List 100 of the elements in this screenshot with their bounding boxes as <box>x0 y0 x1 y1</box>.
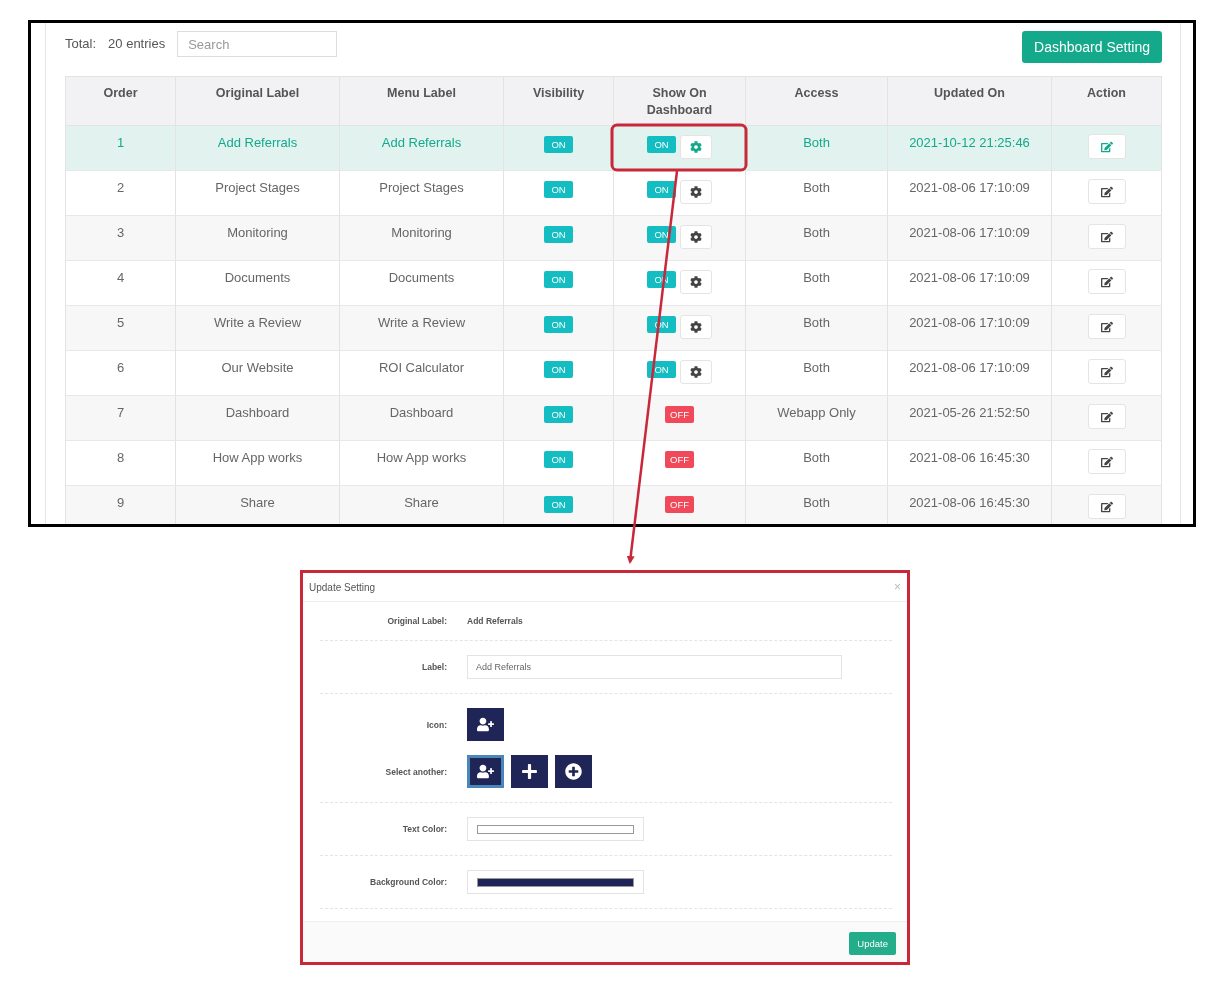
field-label: Select another: <box>384 766 447 777</box>
total-label: Total: <box>65 36 97 51</box>
table-cell: Documents <box>388 270 455 286</box>
edit-button[interactable] <box>1087 269 1126 294</box>
visibility-toggle[interactable]: ON <box>544 316 573 333</box>
settings-button[interactable] <box>680 225 712 249</box>
table-cell: Share <box>404 495 439 511</box>
edit-icon <box>1100 320 1113 333</box>
settings-icon <box>690 366 702 378</box>
settings-button[interactable] <box>680 315 712 339</box>
table-cell: Both <box>803 225 830 241</box>
table-cell: How App works <box>376 450 467 466</box>
table-cell: How App works <box>212 450 303 466</box>
table-cell: 2021-08-06 17:10:09 <box>909 270 1030 286</box>
table-cell: Monitoring <box>391 225 452 241</box>
table-cell: Both <box>803 495 830 511</box>
edit-button[interactable] <box>1087 404 1126 429</box>
field-label: Background Color: <box>369 877 447 887</box>
order-number: 8 <box>116 450 125 466</box>
dashboard-toggle[interactable]: OFF <box>665 451 694 468</box>
field-label: Icon: <box>425 719 447 730</box>
order-number: 6 <box>116 360 125 376</box>
settings-button[interactable] <box>680 270 712 294</box>
table-cell: ROI Calculator <box>378 360 465 376</box>
table-cell: Both <box>803 360 830 376</box>
color-picker[interactable] <box>467 870 644 894</box>
user-plus-icon[interactable] <box>467 755 504 788</box>
edit-icon <box>1100 455 1113 468</box>
dashboard-toggle[interactable]: OFF <box>665 406 694 423</box>
search-field[interactable]: Search <box>177 31 338 57</box>
table-cell: Both <box>803 135 830 151</box>
settings-icon <box>690 186 702 198</box>
table-cell: Add Referrals <box>381 135 462 151</box>
edit-button[interactable] <box>1087 359 1126 384</box>
table-cell: Monitoring <box>227 225 288 241</box>
table-cell: Dashboard <box>225 405 290 421</box>
table-cell: 2021-08-06 17:10:09 <box>909 315 1030 331</box>
settings-icon <box>690 321 702 333</box>
edit-button[interactable] <box>1087 494 1126 519</box>
color-picker[interactable] <box>467 817 644 841</box>
visibility-toggle[interactable]: ON <box>544 361 573 378</box>
update-button[interactable]: Update <box>849 932 896 955</box>
dashboard-toggle[interactable]: OFF <box>665 496 694 513</box>
edit-button[interactable] <box>1087 224 1126 249</box>
table-cell: Add Referrals <box>217 135 298 151</box>
settings-icon <box>690 276 702 288</box>
user-plus-icon <box>467 708 504 741</box>
edit-icon <box>1100 140 1113 153</box>
order-number: 2 <box>116 180 125 196</box>
settings-button[interactable] <box>680 180 712 204</box>
dashboard-toggle[interactable]: ON <box>647 361 676 378</box>
settings-button[interactable] <box>680 360 712 384</box>
edit-button[interactable] <box>1087 314 1126 339</box>
edit-icon <box>1100 410 1113 423</box>
field-label: Label: <box>420 662 447 672</box>
dashboard-toggle[interactable]: ON <box>647 226 676 243</box>
visibility-toggle[interactable]: ON <box>544 406 573 423</box>
edit-button[interactable] <box>1087 449 1126 474</box>
table-cell: Project Stages <box>215 180 300 196</box>
close-button[interactable]: × <box>894 580 901 594</box>
table-cell: Both <box>803 450 830 466</box>
table-cell: Both <box>803 180 830 196</box>
table-cell: 2021-08-06 17:10:09 <box>909 360 1030 376</box>
table-cell: 2021-08-06 16:45:30 <box>909 450 1030 466</box>
dashboard-toggle[interactable]: ON <box>647 136 676 153</box>
column-header: Action <box>1087 85 1126 102</box>
dashboard-setting-button[interactable]: Dashboard Setting <box>1022 31 1162 63</box>
total-count: 20 entries <box>108 36 166 51</box>
visibility-toggle[interactable]: ON <box>544 226 573 243</box>
edit-icon <box>1100 365 1113 378</box>
settings-icon <box>690 141 702 153</box>
table-cell: Webapp Only <box>777 405 856 421</box>
visibility-toggle[interactable]: ON <box>544 181 573 198</box>
table-cell: 2021-10-12 21:25:46 <box>909 135 1030 151</box>
dialog-title: Update Setting <box>309 581 376 593</box>
table-cell: Both <box>803 315 830 331</box>
visibility-toggle[interactable]: ON <box>544 451 573 468</box>
edit-icon <box>1100 185 1113 198</box>
column-header: Original Label <box>215 85 300 102</box>
dashboard-toggle[interactable]: ON <box>647 181 676 198</box>
edit-button[interactable] <box>1087 179 1126 204</box>
visibility-toggle[interactable]: ON <box>544 136 573 153</box>
order-number: 7 <box>116 405 125 421</box>
order-number: 9 <box>116 495 125 511</box>
table-cell: 2021-08-06 16:45:30 <box>909 495 1030 511</box>
table-cell: Project Stages <box>379 180 464 196</box>
edit-icon <box>1100 230 1113 243</box>
order-number: 1 <box>116 135 125 151</box>
field-label: Text Color: <box>401 824 447 834</box>
label-input[interactable]: Add Referrals <box>467 655 842 679</box>
visibility-toggle[interactable]: ON <box>544 271 573 288</box>
edit-icon <box>1100 275 1113 288</box>
visibility-toggle[interactable]: ON <box>544 496 573 513</box>
order-number: 5 <box>116 315 125 331</box>
table-cell: Write a Review <box>377 315 466 331</box>
settings-icon <box>690 231 702 243</box>
field-value: Add Referrals <box>467 616 524 626</box>
plus-icon[interactable] <box>511 755 548 788</box>
column-header: Show On Dashboard <box>645 85 714 119</box>
table-cell: 2021-05-26 21:52:50 <box>909 405 1030 421</box>
